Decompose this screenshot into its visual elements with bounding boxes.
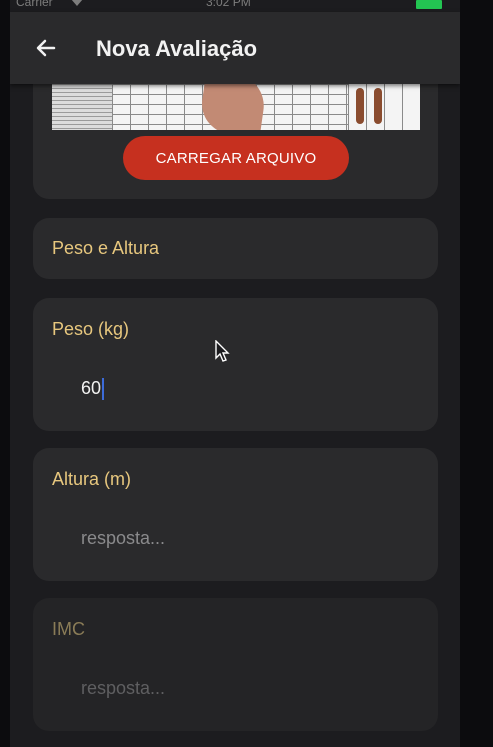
app-bar: Nova Avaliação	[10, 12, 460, 84]
battery-icon	[416, 0, 442, 9]
section-title: Peso e Altura	[52, 238, 160, 258]
height-input[interactable]: resposta...	[81, 526, 401, 550]
weight-label: Peso (kg)	[52, 319, 130, 339]
preview-figures	[348, 84, 420, 130]
file-preview-image	[52, 84, 420, 130]
wifi-icon	[70, 0, 84, 10]
carrier-label: Carrier	[16, 0, 53, 9]
status-bar: Carrier 3:02 PM	[10, 0, 460, 12]
section-header-card: Peso e Altura	[33, 218, 438, 279]
page-title: Nova Avaliação	[96, 36, 258, 61]
mouse-pointer-icon	[215, 339, 231, 364]
form-scroll-area[interactable]: CARREGAR ARQUIVO Peso e Altura Peso (kg)…	[10, 54, 460, 747]
app-screen: Carrier 3:02 PM Nova Avaliação CARREGAR …	[10, 0, 460, 747]
height-field-card: Altura (m) resposta...	[33, 448, 438, 581]
height-label: Altura (m)	[52, 469, 132, 489]
text-caret	[102, 378, 105, 401]
weight-field-card: Peso (kg) 60	[33, 298, 438, 431]
preview-photo	[198, 84, 268, 130]
bmi-field-card: IMC resposta...	[33, 598, 438, 731]
bmi-label: IMC	[52, 619, 85, 639]
upload-file-button[interactable]: CARREGAR ARQUIVO	[123, 136, 349, 180]
bmi-input: resposta...	[81, 678, 166, 698]
screen-edge	[460, 0, 493, 747]
weight-value: 60	[81, 378, 102, 398]
preview-table	[52, 84, 112, 130]
weight-input[interactable]: 60	[81, 376, 401, 401]
status-time: 3:02 PM	[206, 0, 251, 9]
arrow-left-icon[interactable]	[34, 36, 58, 60]
